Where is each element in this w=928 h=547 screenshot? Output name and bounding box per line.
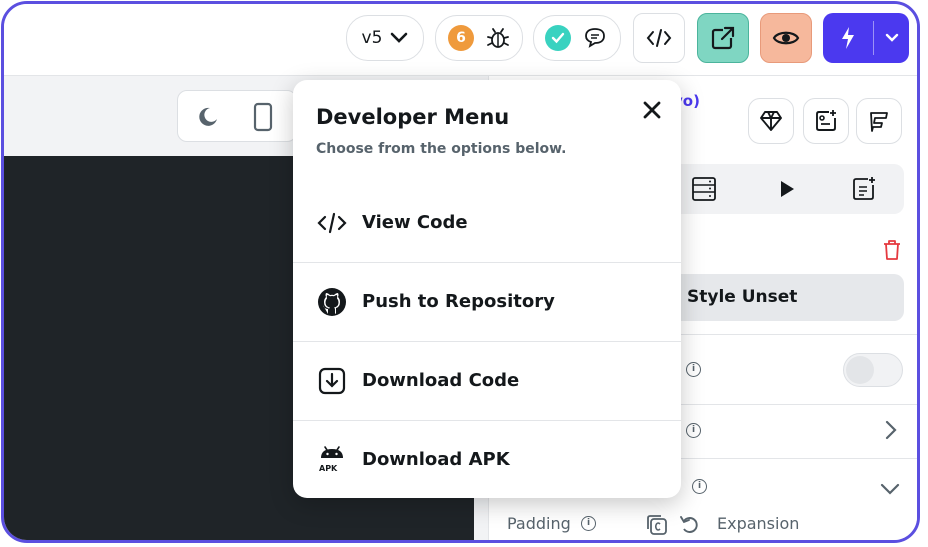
menu-item-view-code[interactable]: View Code — [293, 183, 681, 262]
info-icon: i — [692, 479, 707, 494]
menu-title: Developer Menu — [316, 105, 510, 129]
reset-icon[interactable] — [679, 514, 701, 536]
menu-item-download-apk[interactable]: APK Download APK — [293, 420, 681, 498]
app-window: v5 6 vo) Style Unset i i i Padding i Exp… — [1, 1, 920, 543]
github-icon — [316, 286, 348, 318]
code-button[interactable] — [633, 13, 685, 63]
developer-menu: Developer Menu Choose from the options b… — [293, 80, 681, 498]
comments-button[interactable] — [533, 15, 621, 61]
android-apk-icon: APK — [316, 444, 348, 476]
tab-layout-icon[interactable] — [691, 176, 717, 202]
apk-badge: APK — [319, 463, 338, 473]
add-widget-icon — [816, 110, 836, 131]
menu-item-download-code[interactable]: Download Code — [293, 341, 681, 420]
version-label: v5 — [361, 28, 383, 48]
issues-button[interactable]: 6 — [435, 15, 523, 61]
dark-mode-icon[interactable] — [196, 105, 220, 129]
preview-button[interactable] — [760, 13, 812, 63]
expansion-label: Expansion — [717, 514, 800, 533]
info-icon: i — [686, 423, 701, 438]
download-icon — [316, 365, 348, 397]
chevron-down-icon[interactable] — [874, 13, 909, 63]
copy-icon[interactable] — [646, 514, 668, 536]
style-unset-label: Style Unset — [687, 287, 798, 307]
top-toolbar: v5 6 — [4, 4, 917, 76]
issues-count-badge: 6 — [448, 25, 474, 51]
theme-button[interactable] — [856, 98, 902, 144]
bug-icon — [487, 28, 509, 48]
diamond-icon — [760, 111, 782, 131]
menu-item-push-to-repository[interactable]: Push to Repository — [293, 262, 681, 341]
padding-label: Padding — [507, 514, 571, 533]
add-component-button[interactable] — [803, 98, 849, 144]
lightning-icon — [823, 13, 873, 63]
info-icon: i — [581, 516, 596, 531]
chat-bubbles-icon — [585, 28, 605, 48]
chevron-right-icon[interactable] — [885, 420, 897, 440]
canvas-toolbar — [177, 90, 297, 142]
tab-notes-icon[interactable] — [851, 176, 877, 202]
menu-subtitle: Choose from the options below. — [316, 141, 567, 157]
info-icon: i — [686, 362, 701, 377]
menu-item-label: Push to Repository — [362, 291, 555, 312]
trash-icon[interactable] — [883, 240, 901, 260]
version-selector[interactable]: v5 — [346, 15, 424, 61]
chevron-down-icon — [391, 32, 408, 43]
code-icon — [316, 207, 348, 239]
menu-item-label: Download APK — [362, 449, 510, 470]
open-external-icon — [711, 26, 735, 50]
tab-play-icon[interactable] — [779, 180, 795, 198]
chevron-down-icon[interactable] — [880, 483, 900, 495]
export-button[interactable] — [697, 13, 749, 63]
check-icon — [545, 25, 571, 51]
brush-icon — [870, 112, 888, 132]
menu-item-label: View Code — [362, 212, 468, 233]
run-button[interactable] — [823, 13, 909, 63]
toggle-switch[interactable] — [843, 353, 903, 387]
eye-icon — [772, 31, 800, 45]
diamond-button[interactable] — [748, 98, 794, 144]
code-icon — [646, 29, 672, 47]
close-icon[interactable] — [642, 100, 662, 120]
phone-device-icon[interactable] — [253, 102, 273, 132]
menu-item-label: Download Code — [362, 370, 520, 391]
